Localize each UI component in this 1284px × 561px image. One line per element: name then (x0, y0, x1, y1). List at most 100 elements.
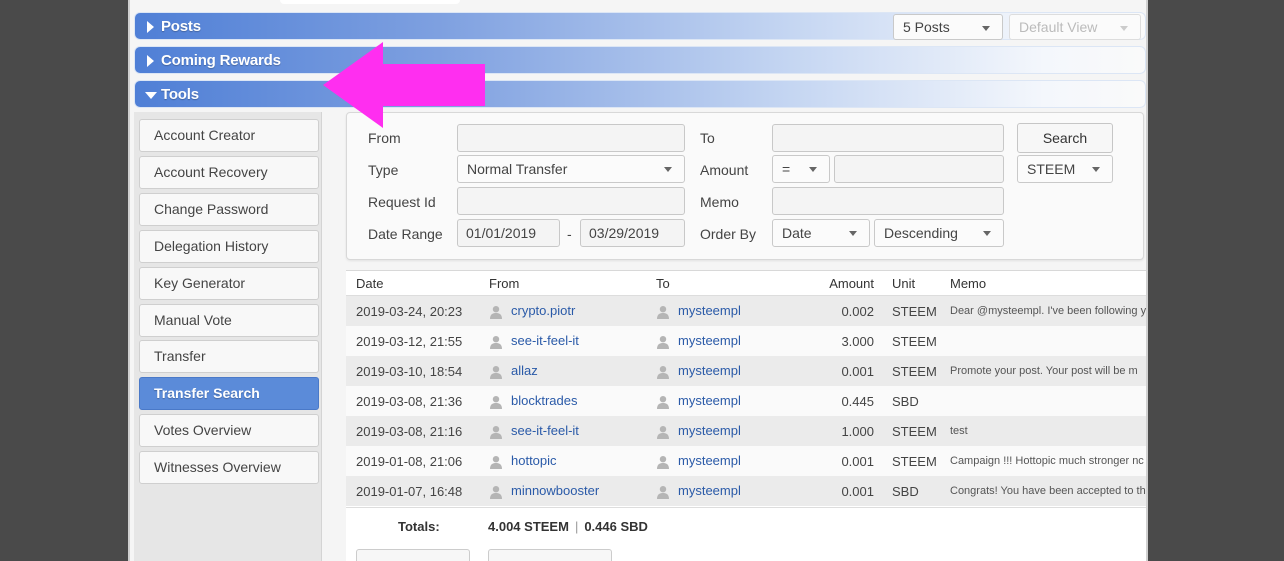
sidebar-item-label: Account Creator (154, 127, 256, 143)
sidebar-item-label: Key Generator (154, 275, 246, 291)
cell-from: minnowbooster (479, 476, 646, 506)
sidebar-item-key-generator[interactable]: Key Generator (139, 267, 319, 300)
cell-date: 2019-01-08, 21:06 (346, 446, 479, 476)
from-user-link[interactable]: hottopic (511, 453, 557, 468)
posts-section-header[interactable]: Posts 5 Posts Default View (134, 12, 1146, 40)
cell-amount: 0.001 (792, 356, 882, 386)
header-date[interactable]: Date (346, 271, 479, 296)
sidebar-item-transfer[interactable]: Transfer (139, 340, 319, 373)
sidebar-item-account-creator[interactable]: Account Creator (139, 119, 319, 152)
cell-date: 2019-03-24, 20:23 (346, 295, 479, 326)
cell-from: blocktrades (479, 386, 646, 416)
sidebar-item-witnesses-overview[interactable]: Witnesses Overview (139, 451, 319, 484)
totals-label: Totals: (398, 519, 440, 534)
header-to[interactable]: To (646, 271, 792, 296)
to-user-link[interactable]: mysteempl (678, 333, 741, 348)
amount-label: Amount (700, 162, 749, 178)
to-user-link[interactable]: mysteempl (678, 393, 741, 408)
date-from-field[interactable]: 01/01/2019 (457, 219, 560, 247)
table-row: 2019-03-24, 20:23 crypto.piotr mysteempl 0.… (346, 295, 1146, 326)
sidebar-item-votes-overview[interactable]: Votes Overview (139, 414, 319, 447)
to-user-link[interactable]: mysteempl (678, 363, 741, 378)
date-to-field[interactable]: 03/29/2019 (580, 219, 685, 247)
from-user-link[interactable]: crypto.piotr (511, 303, 575, 318)
from-user-link[interactable]: minnowbooster (511, 483, 599, 498)
currency-select[interactable]: STEEM (1017, 155, 1113, 183)
from-user-link[interactable]: see-it-feel-it (511, 423, 579, 438)
cell-memo: Promote your post. Your post will be m (940, 356, 1146, 386)
cell-unit: STEEM (882, 295, 940, 326)
chevron-down-icon (809, 167, 817, 172)
date-range-label: Date Range (368, 226, 443, 242)
from-field[interactable] (457, 124, 685, 152)
chevron-down-icon (1092, 167, 1100, 172)
memo-field[interactable] (772, 187, 1004, 215)
pink-arrow-icon (323, 42, 485, 128)
table-row: 2019-03-10, 18:54 allaz mysteempl 0.001 STEE… (346, 356, 1146, 386)
chevron-down-icon (664, 167, 672, 172)
to-user-link[interactable]: mysteempl (678, 483, 741, 498)
order-field-select[interactable]: Date (772, 219, 870, 247)
totals-separator: | (574, 519, 579, 534)
type-label: Type (368, 162, 399, 178)
cell-to: mysteempl (646, 295, 792, 326)
sidebar-item-label: Delegation History (154, 238, 269, 254)
cell-amount: 1.000 (792, 416, 882, 446)
user-icon (656, 485, 670, 499)
cell-date: 2019-03-12, 21:55 (346, 326, 479, 356)
sidebar-item-account-recovery[interactable]: Account Recovery (139, 156, 319, 189)
sidebar-item-change-password[interactable]: Change Password (139, 193, 319, 226)
coming-rewards-section-header[interactable]: Coming Rewards (134, 46, 1146, 74)
user-icon (656, 425, 670, 439)
request-id-field[interactable] (457, 187, 685, 215)
header-amount[interactable]: Amount (792, 271, 882, 296)
type-select[interactable]: Normal Transfer (457, 155, 685, 183)
sidebar-item-delegation-history[interactable]: Delegation History (139, 230, 319, 263)
cell-memo: Congrats! You have been accepted to th (940, 476, 1146, 506)
amount-operator-select[interactable]: = (772, 155, 830, 183)
sidebar-item-label: Witnesses Overview (154, 459, 281, 475)
cell-unit: SBD (882, 386, 940, 416)
from-label: From (368, 130, 401, 146)
top-tab (280, 0, 460, 4)
from-user-link[interactable]: allaz (511, 363, 538, 378)
tools-section-header[interactable]: Tools (134, 80, 1146, 108)
totals-row: Totals: 4.004 STEEM | 0.446 SBD (346, 507, 1146, 544)
to-user-link[interactable]: mysteempl (678, 423, 741, 438)
to-field[interactable] (772, 124, 1004, 152)
posts-view-value: Default View (1019, 19, 1098, 35)
order-direction-select[interactable]: Descending (874, 219, 1004, 247)
user-icon (656, 395, 670, 409)
cell-memo: test (940, 416, 1146, 446)
page-container: Posts 5 Posts Default View Coming Reward… (128, 0, 1148, 561)
posts-count-select[interactable]: 5 Posts (893, 14, 1003, 40)
user-icon (656, 455, 670, 469)
sidebar-item-label: Manual Vote (154, 312, 232, 328)
search-button[interactable]: Search (1017, 123, 1113, 153)
cell-memo: Dear @mysteempl. I've been following y (940, 295, 1146, 326)
posts-view-select[interactable]: Default View (1009, 14, 1141, 40)
amount-field[interactable] (834, 155, 1004, 183)
cell-unit: STEEM (882, 446, 940, 476)
chevron-down-icon (849, 231, 857, 236)
total-sbd: 0.446 SBD (584, 519, 648, 534)
cell-to: mysteempl (646, 386, 792, 416)
to-user-link[interactable]: mysteempl (678, 303, 741, 318)
to-user-link[interactable]: mysteempl (678, 453, 741, 468)
from-user-link[interactable]: blocktrades (511, 393, 577, 408)
clear-button[interactable] (356, 549, 470, 561)
sidebar-item-manual-vote[interactable]: Manual Vote (139, 304, 319, 337)
header-unit[interactable]: Unit (882, 271, 940, 296)
cell-memo (940, 326, 1146, 356)
sidebar-item-transfer-search[interactable]: Transfer Search (139, 377, 319, 410)
expand-arrow-icon (147, 55, 154, 67)
export-button[interactable] (488, 549, 612, 561)
user-icon (489, 485, 503, 499)
cell-memo (940, 386, 1146, 416)
cell-amount: 0.445 (792, 386, 882, 416)
cell-date: 2019-03-08, 21:16 (346, 416, 479, 446)
chevron-down-icon (983, 231, 991, 236)
header-from[interactable]: From (479, 271, 646, 296)
header-memo[interactable]: Memo (940, 271, 1146, 296)
from-user-link[interactable]: see-it-feel-it (511, 333, 579, 348)
